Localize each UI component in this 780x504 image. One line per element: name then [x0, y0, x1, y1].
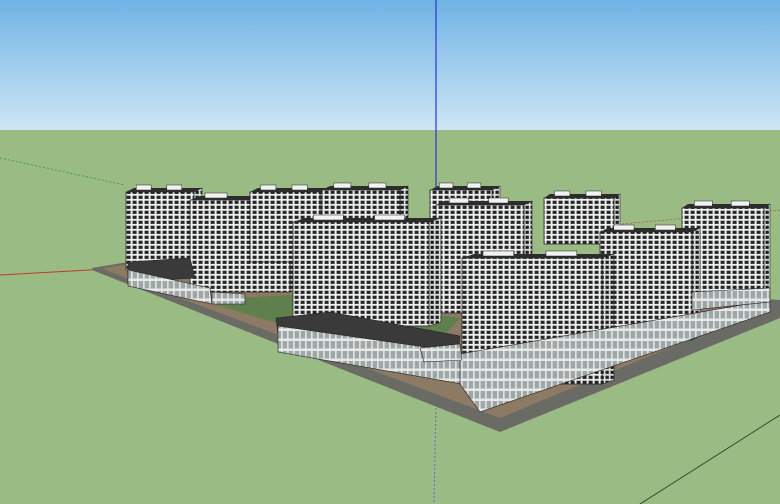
tower-front-center-rooftop-unit	[545, 250, 578, 257]
tower-back-center-3-rooftop-unit	[488, 197, 509, 204]
tower-back-right-1-rooftop-unit	[554, 190, 571, 197]
tower-front-left-facade	[292, 221, 430, 327]
tower-back-center-3-rooftop-unit	[448, 197, 469, 204]
sky	[0, 0, 780, 130]
tower-front-left-rooftop-unit	[374, 214, 405, 221]
tower-back-center-2-rooftop-unit	[466, 182, 482, 189]
tower-back-right-2-rooftop-unit	[730, 200, 750, 207]
tower-back-left-3-rooftop-unit	[260, 184, 277, 191]
tower-back-right-2-side	[763, 203, 771, 293]
tower-back-right-1-rooftop-unit	[585, 190, 602, 197]
tower-back-right-2-rooftop-unit	[694, 200, 713, 207]
tower-back-left-1-rooftop-unit	[135, 184, 152, 191]
tower-mid-right-rooftop-unit	[613, 224, 635, 231]
tower-back-left-3-rooftop-unit	[291, 184, 308, 191]
tower-back-center-1-rooftop-unit	[333, 182, 352, 189]
3d-model-scene[interactable]	[0, 0, 780, 504]
tower-back-center-1-rooftop-unit	[368, 182, 387, 189]
tower-back-left-2-rooftop-unit	[204, 192, 228, 199]
tower-front-left-rooftop-unit	[313, 214, 344, 221]
sketchup-viewport[interactable]	[0, 0, 780, 504]
tower-front-left-side	[428, 217, 442, 327]
tower-front-center-rooftop-unit	[482, 250, 515, 257]
tower-back-left-1-rooftop-unit	[166, 184, 183, 191]
tower-back-center-2-rooftop-unit	[439, 182, 454, 189]
podium-left-annex	[211, 291, 246, 305]
tower-mid-right-rooftop-unit	[654, 224, 676, 231]
